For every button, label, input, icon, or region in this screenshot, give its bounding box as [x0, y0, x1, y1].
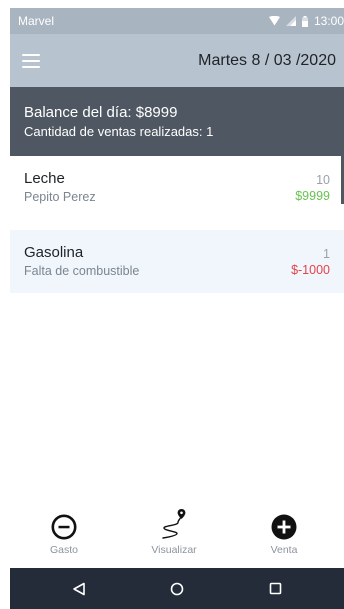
visualize-label: Visualizar: [151, 544, 197, 556]
hamburger-icon[interactable]: [22, 53, 40, 68]
clock: 13:00: [313, 14, 344, 28]
list-item[interactable]: Gasolina Falta de combustible 1 $-1000: [10, 230, 344, 293]
list-item[interactable]: Leche Pepito Perez 10 $9999: [10, 156, 344, 219]
daily-summary: Balance del día: $8999 Cantidad de venta…: [10, 87, 344, 156]
transaction-list: Leche Pepito Perez 10 $9999 Gasolina Fal…: [10, 156, 344, 293]
bottom-action-bar: Gasto Visualizar Venta: [10, 506, 344, 568]
item-amount: $9999: [295, 188, 330, 203]
item-subtitle: Falta de combustible: [24, 264, 140, 278]
status-indicators: 13:00: [268, 14, 344, 28]
expense-button[interactable]: Gasto: [32, 506, 96, 568]
daily-balance: Balance del día: $8999: [24, 104, 178, 121]
sale-button[interactable]: Venta: [252, 506, 316, 568]
sales-count: Cantidad de ventas realizadas: 1: [24, 124, 214, 139]
route-pin-icon: [162, 509, 186, 539]
item-quantity: 1: [323, 246, 330, 261]
plus-circle-icon: [271, 514, 297, 540]
sale-label: Venta: [270, 544, 298, 556]
home-icon[interactable]: [170, 582, 184, 596]
app-screen: Marvel 13:00 Martes 8 / 03 /2020 Balance…: [10, 8, 344, 609]
item-amount: $-1000: [291, 262, 330, 277]
recents-icon[interactable]: [269, 582, 282, 595]
android-navigation-bar: [10, 568, 344, 609]
battery-icon: [301, 15, 308, 27]
item-title: Leche: [24, 170, 65, 187]
expense-label: Gasto: [49, 544, 78, 556]
minus-circle-icon: [51, 514, 77, 540]
date-title: Martes 8 / 03 /2020: [198, 51, 336, 69]
back-icon[interactable]: [72, 582, 86, 596]
carrier-label: Marvel: [18, 14, 55, 28]
status-bar: Marvel 13:00: [10, 8, 344, 34]
wifi-icon: [268, 16, 280, 26]
item-subtitle: Pepito Perez: [24, 190, 96, 204]
item-quantity: 10: [316, 172, 330, 187]
item-title: Gasolina: [24, 244, 84, 261]
visualize-button[interactable]: Visualizar: [142, 506, 206, 568]
app-bar: Martes 8 / 03 /2020: [10, 34, 344, 87]
signal-icon: [285, 16, 296, 26]
